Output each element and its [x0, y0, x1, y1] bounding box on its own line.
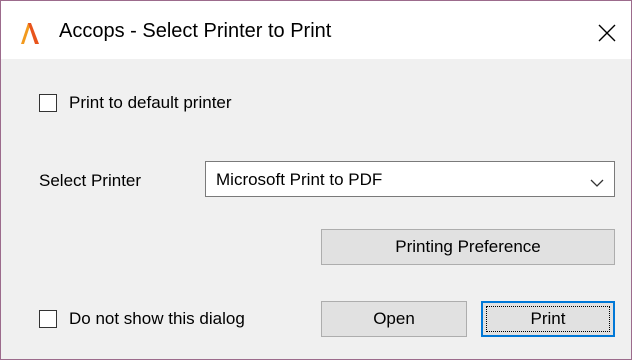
print-default-label: Print to default printer — [69, 93, 232, 112]
print-button[interactable]: Print — [481, 301, 615, 337]
dont-show-label: Do not show this dialog — [69, 309, 245, 328]
print-dialog-window: Accops - Select Printer to Print Print t… — [0, 0, 632, 360]
close-icon — [598, 24, 616, 42]
window-title: Accops - Select Printer to Print — [59, 20, 332, 42]
open-button-label: Open — [373, 309, 415, 328]
select-printer-label: Select Printer — [39, 171, 142, 190]
title-bar[interactable]: Accops - Select Printer to Print — [1, 1, 631, 59]
dont-show-checkbox[interactable] — [39, 310, 57, 328]
chevron-down-icon — [590, 175, 604, 193]
print-default-option[interactable]: Print to default printer — [39, 93, 232, 113]
printing-preference-label: Printing Preference — [395, 237, 541, 256]
printing-preference-button[interactable]: Printing Preference — [321, 229, 615, 265]
print-button-label: Print — [530, 309, 566, 328]
close-button[interactable] — [589, 15, 625, 51]
dont-show-option[interactable]: Do not show this dialog — [39, 309, 245, 329]
open-button[interactable]: Open — [321, 301, 467, 337]
accops-logo-icon — [17, 20, 43, 46]
printer-select[interactable]: Microsoft Print to PDF — [205, 161, 615, 197]
printer-select-value: Microsoft Print to PDF — [216, 170, 383, 189]
print-default-checkbox[interactable] — [39, 94, 57, 112]
